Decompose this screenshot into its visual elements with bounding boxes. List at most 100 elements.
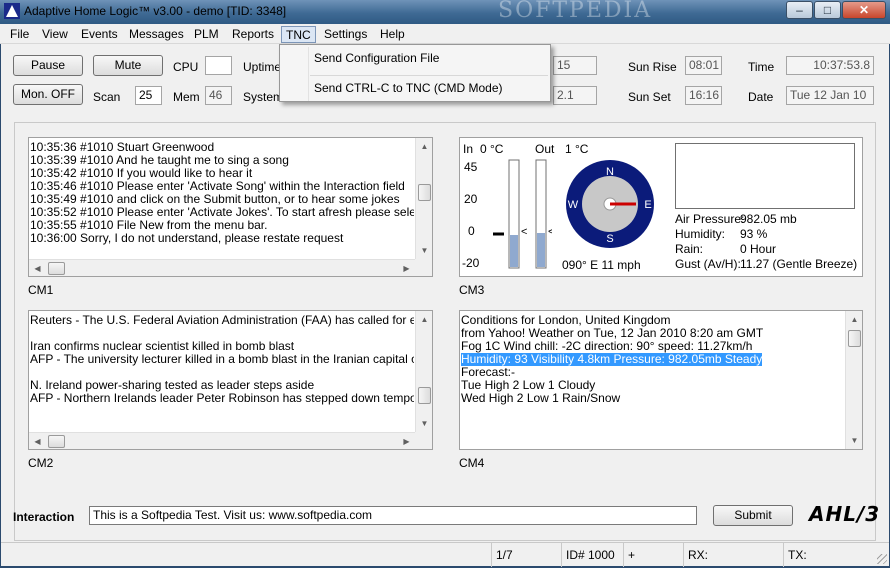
scroll-corner bbox=[415, 432, 432, 449]
cm3-caption: CM3 bbox=[459, 283, 485, 297]
compass-s: S bbox=[606, 233, 613, 245]
scroll-left-icon[interactable]: ◀ bbox=[29, 433, 46, 449]
rain-value: 0 Hour bbox=[740, 242, 777, 256]
scan-field[interactable]: 25 bbox=[135, 86, 162, 105]
cm4-panel[interactable]: Conditions for London, United Kingdom fr… bbox=[459, 310, 863, 450]
pressure-graph bbox=[675, 143, 855, 209]
cm1-lines: 10:35:36 #1010 Stuart Greenwood 10:35:39… bbox=[30, 141, 414, 245]
menu-gutter bbox=[308, 47, 309, 101]
status-plus: + bbox=[623, 543, 683, 567]
in-label: In bbox=[463, 142, 474, 156]
scroll-thumb[interactable] bbox=[418, 184, 431, 201]
rain-label: Rain: bbox=[675, 242, 704, 256]
scale-label: 0 bbox=[468, 224, 475, 238]
interaction-input[interactable]: This is a Softpedia Test. Visit us: www.… bbox=[89, 506, 697, 525]
scroll-thumb[interactable] bbox=[48, 262, 65, 275]
scroll-up-icon[interactable]: ▲ bbox=[846, 311, 862, 328]
uptime-label: Uptime bbox=[243, 60, 282, 74]
cm2-caption: CM2 bbox=[28, 456, 54, 470]
cm2-horizontal-scrollbar[interactable]: ◀ ▶ bbox=[29, 432, 415, 449]
cm3-panel: In 0 °C Out 1 °C 45 20 0 -20 < < N E S W… bbox=[459, 137, 863, 277]
time-label: Time bbox=[748, 60, 775, 74]
cm1-horizontal-scrollbar[interactable]: ◀ ▶ bbox=[29, 259, 415, 276]
date-field: Tue 12 Jan 10 bbox=[786, 86, 874, 105]
cpu-field bbox=[205, 56, 232, 75]
close-button[interactable]: ✕ bbox=[842, 1, 886, 19]
menu-plm[interactable]: PLM bbox=[190, 26, 223, 43]
cm4-vertical-scrollbar[interactable]: ▲ ▼ bbox=[845, 311, 862, 449]
scale-label: 20 bbox=[464, 192, 478, 206]
menu-reports[interactable]: Reports bbox=[228, 26, 278, 43]
cm1-line: 10:36:00 Sorry, I do not understand, ple… bbox=[30, 231, 344, 245]
humidity-label: Humidity: bbox=[675, 227, 726, 241]
menu-tnc[interactable]: TNC bbox=[281, 26, 316, 43]
scale-label: -20 bbox=[462, 256, 480, 270]
humidity-value: 93 % bbox=[740, 227, 768, 241]
in-thermometer-fill bbox=[510, 235, 518, 267]
scroll-down-icon[interactable]: ▼ bbox=[416, 242, 432, 259]
gust-value: 11.27 (Gentle Breeze) bbox=[740, 257, 858, 271]
field-b: 2.1 bbox=[553, 86, 597, 105]
menu-help[interactable]: Help bbox=[376, 26, 409, 43]
cm2-lines: Reuters - The U.S. Federal Aviation Admi… bbox=[30, 314, 414, 405]
out-temp: 1 °C bbox=[565, 142, 589, 156]
cm2-line: Reuters - The U.S. Federal Aviation Admi… bbox=[30, 314, 414, 327]
maximize-button[interactable]: □ bbox=[814, 1, 841, 19]
send-ctrl-c-item[interactable]: Send CTRL-C to TNC (CMD Mode) bbox=[314, 81, 502, 95]
date-label: Date bbox=[748, 90, 774, 104]
scroll-down-icon[interactable]: ▼ bbox=[846, 432, 862, 449]
pressure-label: Air Pressure: bbox=[675, 212, 745, 226]
interaction-label: Interaction bbox=[13, 510, 75, 524]
mute-button[interactable]: Mute bbox=[93, 55, 163, 76]
scroll-left-icon[interactable]: ◀ bbox=[29, 260, 46, 276]
compass-w: W bbox=[568, 199, 579, 211]
menu-events[interactable]: Events bbox=[77, 26, 122, 43]
send-configuration-file-item[interactable]: Send Configuration File bbox=[314, 51, 439, 65]
cpu-label: CPU bbox=[173, 60, 199, 74]
scroll-thumb[interactable] bbox=[418, 387, 431, 404]
cm1-vertical-scrollbar[interactable]: ▲ ▼ bbox=[415, 138, 432, 259]
pause-button[interactable]: Pause bbox=[13, 55, 83, 76]
mon-off-button[interactable]: Mon. OFF bbox=[13, 84, 83, 105]
watermark: SOFTPEDIA bbox=[498, 0, 653, 23]
submit-button[interactable]: Submit bbox=[713, 505, 793, 526]
cm2-panel[interactable]: Reuters - The U.S. Federal Aviation Admi… bbox=[28, 310, 433, 450]
main-area: Pause Mute CPU Uptime Mon. OFF Scan 25 M… bbox=[1, 44, 889, 542]
scroll-right-icon[interactable]: ▶ bbox=[398, 260, 415, 276]
pressure-value: 982.05 mb bbox=[740, 212, 797, 226]
app-icon bbox=[4, 3, 20, 19]
scale-label: 45 bbox=[464, 160, 478, 174]
menu-view[interactable]: View bbox=[38, 26, 72, 43]
status-bar: 1/7 ID# 1000 + RX: TX: bbox=[1, 542, 889, 567]
cm1-panel[interactable]: 10:35:36 #1010 Stuart Greenwood 10:35:39… bbox=[28, 137, 433, 277]
thermometers: < < bbox=[493, 159, 552, 269]
in-temp: 0 °C bbox=[480, 142, 504, 156]
minimize-button[interactable]: – bbox=[786, 1, 813, 19]
scroll-corner bbox=[415, 259, 432, 276]
cm2-line: AFP - The university lecturer killed in … bbox=[30, 352, 414, 366]
resize-grip-icon[interactable] bbox=[877, 554, 887, 564]
scroll-right-icon[interactable]: ▶ bbox=[398, 433, 415, 449]
scroll-thumb[interactable] bbox=[848, 330, 861, 347]
scroll-thumb[interactable] bbox=[48, 435, 65, 448]
scan-label: Scan bbox=[93, 90, 121, 104]
cm2-vertical-scrollbar[interactable]: ▲ ▼ bbox=[415, 311, 432, 432]
menu-separator bbox=[310, 75, 548, 76]
status-tx: TX: bbox=[783, 543, 889, 567]
window-title: Adaptive Home Logic™ v3.00 - demo [TID: … bbox=[24, 4, 287, 18]
wind-text: 090° E 11 mph bbox=[562, 258, 641, 272]
compass-n: N bbox=[606, 166, 614, 178]
cm1-caption: CM1 bbox=[28, 283, 54, 297]
cm4-lines: Conditions for London, United Kingdom fr… bbox=[461, 314, 843, 405]
scroll-down-icon[interactable]: ▼ bbox=[416, 415, 432, 432]
menu-settings[interactable]: Settings bbox=[320, 26, 371, 43]
menu-file[interactable]: File bbox=[6, 26, 33, 43]
sunset-field: 16:16 bbox=[685, 86, 722, 105]
status-id: ID# 1000 bbox=[561, 543, 623, 567]
title-bar: Adaptive Home Logic™ v3.00 - demo [TID: … bbox=[0, 0, 890, 24]
menu-messages[interactable]: Messages bbox=[125, 26, 188, 43]
mem-field: 46 bbox=[205, 86, 232, 105]
scroll-up-icon[interactable]: ▲ bbox=[416, 311, 432, 328]
scroll-up-icon[interactable]: ▲ bbox=[416, 138, 432, 155]
mem-label: Mem bbox=[173, 90, 200, 104]
